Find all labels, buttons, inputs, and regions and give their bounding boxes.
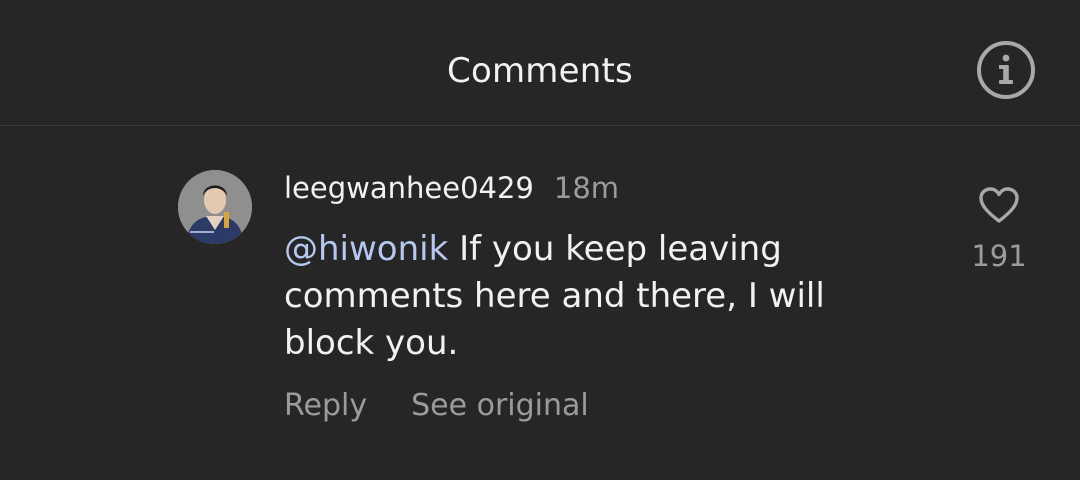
like-area: 191 — [960, 184, 1038, 278]
heart-icon — [979, 187, 1019, 223]
like-button[interactable] — [977, 184, 1021, 228]
see-original-button[interactable]: See original — [411, 384, 589, 428]
timestamp: 18m — [553, 171, 620, 205]
page-title: Comments — [447, 51, 633, 91]
like-count: 191 — [971, 239, 1027, 273]
comments-header: Comments — [0, 0, 1080, 126]
reply-button[interactable]: Reply — [284, 384, 367, 428]
comment-actions: Reply See original — [284, 384, 589, 428]
comment-text: @hiwonik If you keep leaving comments he… — [284, 226, 884, 367]
mention-link[interactable]: @hiwonik — [284, 229, 448, 269]
info-icon — [977, 41, 1035, 99]
avatar[interactable] — [178, 170, 252, 244]
info-button[interactable] — [976, 40, 1036, 100]
avatar-image — [178, 170, 252, 244]
username[interactable]: leegwanhee0429 — [284, 166, 534, 210]
comment-meta: leegwanhee0429 18m — [284, 166, 619, 210]
comment-item: leegwanhee0429 18m @hiwonik If you keep … — [0, 126, 1080, 480]
